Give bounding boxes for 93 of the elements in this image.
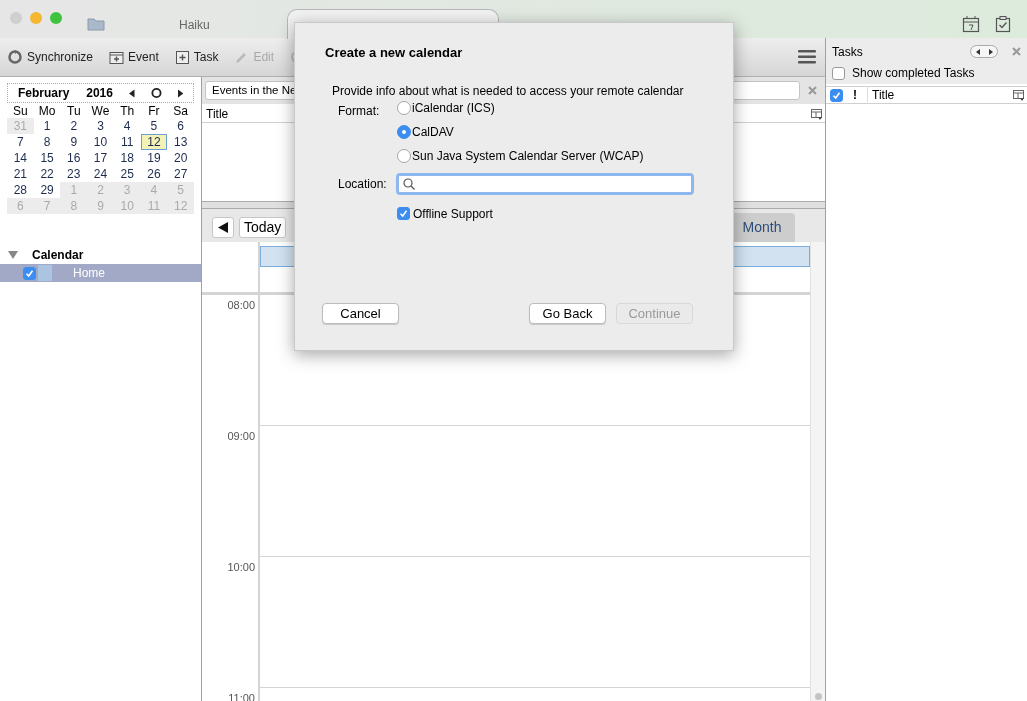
pane-title: Tasks: [832, 43, 864, 61]
scrollbar[interactable]: [810, 242, 825, 701]
dialog-button[interactable]: Go Back: [529, 303, 606, 324]
tab-title[interactable]: Haiku: [179, 16, 210, 34]
radio-label: CalDAV: [412, 123, 454, 141]
weekday-label: Tu: [66, 104, 82, 118]
day-cell[interactable]: 14: [7, 150, 34, 166]
day-cell[interactable]: 12: [140, 134, 168, 150]
day-cell[interactable]: 4: [113, 118, 141, 134]
time-label: 08:00: [227, 298, 255, 311]
left-arrow-icon: [975, 48, 980, 55]
day-cell[interactable]: 17: [87, 150, 114, 166]
day-cell[interactable]: 9: [60, 134, 88, 150]
day-cell[interactable]: 20: [167, 150, 194, 166]
day-cell[interactable]: 11: [113, 134, 141, 150]
next-icon: [177, 88, 183, 98]
day-cell[interactable]: 1: [33, 118, 61, 134]
checkbox-label: Show completed Tasks: [852, 65, 975, 82]
weekday-label: Su: [12, 104, 29, 118]
day-cell[interactable]: 5: [140, 118, 168, 134]
close-icon: [808, 86, 817, 95]
day-cell[interactable]: 23: [60, 166, 88, 182]
day-cell[interactable]: 29: [33, 182, 61, 198]
field-label: Format:: [338, 103, 381, 117]
day-cell[interactable]: 19: [140, 150, 168, 166]
toolbar-button[interactable]: Task: [174, 48, 219, 66]
day-cell[interactable]: 22: [33, 166, 61, 182]
day-cell[interactable]: 10: [87, 134, 114, 150]
today-button[interactable]: Today: [239, 217, 287, 238]
day-cell[interactable]: 24: [87, 166, 114, 182]
dialog-button[interactable]: Cancel: [322, 303, 399, 324]
section-title: Calendar: [32, 247, 84, 264]
dialog-title: Create a new calendar: [325, 44, 464, 61]
day-cell[interactable]: 18: [113, 150, 141, 166]
location-field[interactable]: [396, 173, 694, 195]
sync-icon: [8, 49, 23, 65]
radio-button[interactable]: [397, 124, 411, 139]
search-icon: [403, 178, 415, 190]
day-cell[interactable]: 27: [167, 166, 194, 182]
weekday-label: We: [90, 104, 111, 118]
column-header[interactable]: !: [851, 86, 859, 104]
calendar-name: Home: [73, 265, 105, 282]
window-control-button[interactable]: [50, 12, 62, 24]
day-cell[interactable]: 15: [33, 150, 61, 166]
radio-label: Sun Java System Calendar Server (WCAP): [412, 147, 644, 165]
disclosure-icon[interactable]: [8, 251, 18, 259]
time-label: 09:00: [227, 429, 255, 442]
pane-switcher[interactable]: [970, 45, 998, 58]
day-cell[interactable]: 25: [113, 166, 141, 182]
close-icon: [1012, 47, 1021, 56]
previous-button[interactable]: [212, 217, 234, 238]
radio-button[interactable]: [397, 100, 411, 115]
day-cell[interactable]: 3: [87, 118, 114, 134]
year-label: 2016: [86, 85, 114, 102]
day-cell[interactable]: 2: [60, 118, 88, 134]
task-plus-icon: [174, 49, 190, 65]
day-cell[interactable]: 26: [140, 166, 168, 182]
day-cell[interactable]: 7: [7, 134, 34, 150]
day-cell[interactable]: 16: [60, 150, 88, 166]
weekday-label: Sa: [172, 104, 189, 118]
menu-icon: [798, 49, 816, 65]
radio-button[interactable]: [397, 148, 411, 163]
window-control-button[interactable]: [30, 12, 42, 24]
weekday-label: Th: [119, 104, 136, 118]
column-picker-icon: [811, 108, 823, 120]
previous-icon: [129, 88, 135, 98]
task-list-icon: [995, 15, 1011, 33]
calendar-plus-icon: [109, 49, 125, 65]
checkbox[interactable]: [832, 66, 845, 80]
time-label: 10:00: [227, 560, 255, 573]
day-cell[interactable]: 6: [167, 118, 194, 134]
left-arrow-icon: [218, 222, 228, 233]
day-cell[interactable]: 21: [7, 166, 34, 182]
toolbar-button[interactable]: Event: [109, 48, 159, 66]
day-cell[interactable]: 8: [33, 134, 61, 150]
column-header[interactable]: Title: [867, 86, 1005, 104]
day-cell[interactable]: 28: [7, 182, 34, 198]
month-label: February: [18, 85, 71, 102]
folder-icon: [87, 17, 105, 31]
right-arrow-icon: [988, 48, 993, 55]
weekday-label: Fr: [147, 104, 161, 118]
checkbox-label: Offline Support: [413, 205, 493, 223]
field-label: Location:: [338, 176, 388, 193]
weekday-label: Mo: [37, 104, 57, 118]
checkbox[interactable]: [397, 207, 410, 220]
day-cell[interactable]: 13: [167, 134, 194, 150]
radio-label: iCalendar (ICS): [412, 99, 495, 117]
dialog-description: Provide info about what is needed to access your remote calendar: [332, 83, 685, 98]
today-icon: [150, 87, 162, 99]
checkbox[interactable]: [23, 266, 36, 280]
column-checkbox[interactable]: [830, 88, 843, 102]
toolbar-button[interactable]: Synchronize: [8, 48, 94, 66]
calendar-icon: [962, 15, 980, 33]
